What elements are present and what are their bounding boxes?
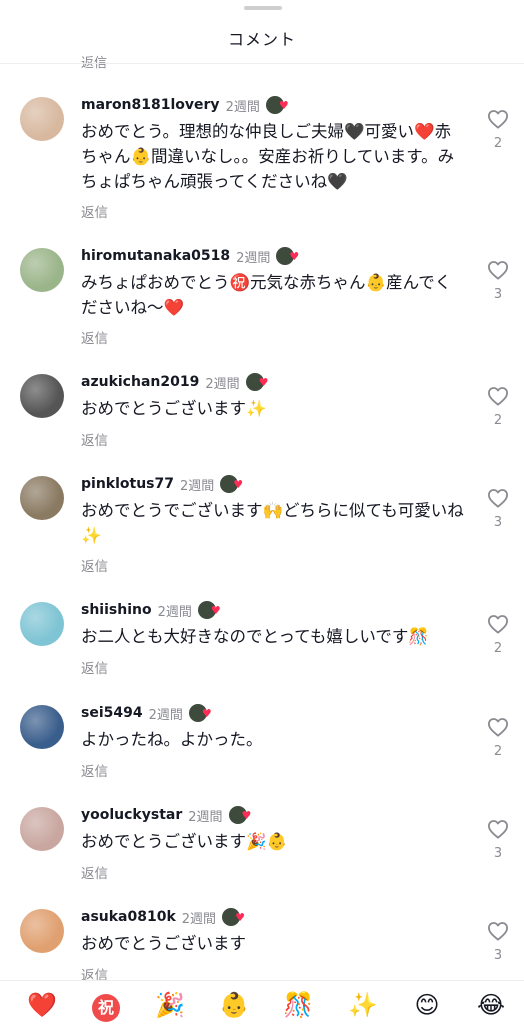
party-popper-emoji-button[interactable]: 🎉 — [150, 991, 190, 1019]
comment-text: お二人とも大好きなのでとっても嬉しいです🎊 — [81, 627, 429, 646]
comment-meta: yooluckystar 2週間 ♥ — [81, 805, 255, 825]
comment-text: おめでとうでございます🙌どちらに似ても可愛いね✨ — [81, 501, 464, 545]
like-button[interactable]: 2 — [486, 386, 510, 428]
comment-meta: azukichan2019 2週間 ♥ — [81, 372, 272, 392]
like-count: 2 — [493, 744, 503, 759]
creator-liked-icon: ♥ — [188, 704, 215, 722]
like-count: 3 — [493, 287, 503, 302]
avatar[interactable] — [20, 705, 64, 749]
reply-button[interactable]: 返信 — [81, 657, 108, 677]
reply-button[interactable]: 返信 — [81, 429, 108, 449]
timestamp: 2週間 — [181, 911, 217, 927]
comment-meta: asuka0810k 2週間 ♥ — [81, 907, 248, 927]
reply-button[interactable]: 返信 — [81, 201, 108, 221]
like-button[interactable]: 2 — [486, 614, 510, 656]
creator-liked-icon: ♥ — [265, 96, 292, 114]
heart-outline-icon — [487, 922, 508, 941]
comment-meta: shiishino 2週間 ♥ — [81, 600, 224, 620]
avatar[interactable] — [20, 602, 64, 646]
like-button[interactable]: 3 — [486, 488, 510, 530]
comment-meta: hiromutanaka0518 2週間 ♥ — [81, 246, 302, 266]
username[interactable]: hiromutanaka0518 — [81, 248, 230, 264]
heart-outline-icon — [487, 387, 508, 406]
avatar[interactable] — [20, 374, 64, 418]
heart-outline-icon — [487, 718, 508, 737]
avatar[interactable] — [20, 248, 64, 292]
comment-sheet: コメント 返信 maron8181lovery 2週間 ♥ おめでとう。理想的な… — [0, 0, 524, 1025]
reply-button[interactable]: 返信 — [81, 327, 108, 347]
creator-liked-icon: ♥ — [245, 373, 272, 391]
username[interactable]: pinklotus77 — [81, 476, 174, 492]
like-count: 2 — [493, 136, 503, 151]
timestamp: 2週間 — [236, 250, 271, 266]
username[interactable]: maron8181lovery — [81, 97, 220, 113]
comment-text: おめでとうございます — [81, 934, 246, 953]
timestamp: 2週間 — [148, 707, 183, 723]
emoji-quick-bar: ❤️ 祝 🎉 👶 🎊 ✨ 😊 😂 — [0, 980, 524, 1025]
comment-meta: sei5494 2週間 ♥ — [81, 703, 215, 723]
sheet-title: コメント — [227, 30, 296, 49]
avatar[interactable] — [20, 909, 64, 953]
comment-text: よかったね。よかった。 — [81, 730, 263, 749]
like-button[interactable]: 3 — [486, 819, 510, 861]
comment-meta: pinklotus77 2週間 ♥ — [81, 474, 246, 494]
timestamp: 2週間 — [205, 376, 240, 392]
like-count: 3 — [493, 846, 503, 861]
timestamp: 2週間 — [225, 99, 260, 115]
username[interactable]: sei5494 — [81, 705, 143, 721]
comment-text: おめでとうございます✨ — [81, 399, 267, 418]
heart-outline-icon — [487, 820, 508, 839]
avatar[interactable] — [20, 476, 64, 520]
tears-of-joy-emoji-button[interactable]: 😂 — [471, 991, 511, 1019]
timestamp: 2週間 — [188, 809, 223, 825]
creator-liked-icon: ♥ — [197, 601, 224, 619]
heart-outline-icon — [487, 110, 508, 129]
heart-outline-icon — [487, 489, 508, 508]
creator-liked-icon: ♥ — [222, 908, 248, 926]
smiling-face-emoji-button[interactable]: 😊 — [407, 991, 447, 1019]
baby-emoji-button[interactable]: 👶 — [214, 991, 254, 1019]
confetti-ball-emoji-button[interactable]: 🎊 — [278, 991, 318, 1019]
like-count: 3 — [493, 948, 503, 963]
red-heart-emoji-button[interactable]: ❤️ — [22, 991, 62, 1019]
like-button[interactable]: 3 — [486, 260, 510, 302]
timestamp: 2週間 — [157, 604, 192, 620]
username[interactable]: yooluckystar — [81, 807, 182, 823]
reply-button[interactable]: 返信 — [81, 555, 108, 575]
heart-outline-icon — [487, 615, 508, 634]
comment-meta: maron8181lovery 2週間 ♥ — [81, 95, 292, 115]
username[interactable]: asuka0810k — [81, 909, 176, 925]
reply-button[interactable]: 返信 — [81, 52, 107, 71]
creator-liked-icon: ♥ — [276, 247, 302, 265]
comment-text: おめでとうございます🎉👶 — [81, 832, 288, 851]
username[interactable]: azukichan2019 — [81, 374, 199, 390]
like-button[interactable]: 2 — [486, 717, 510, 759]
like-button[interactable]: 2 — [486, 109, 510, 151]
like-button[interactable]: 3 — [486, 921, 510, 963]
like-count: 2 — [493, 641, 503, 656]
comment-text: おめでとう。理想的な仲良しご夫婦🖤可愛い❤️赤ちゃん👶間違いなし。。安産お祈りし… — [81, 122, 455, 191]
username[interactable]: shiishino — [81, 602, 152, 618]
timestamp: 2週間 — [180, 478, 215, 494]
comment-text: みちょぱおめでとう㊗️元気な赤ちゃん👶産んでくださいね〜❤️ — [81, 273, 452, 317]
sparkles-emoji-button[interactable]: ✨ — [343, 991, 383, 1019]
avatar[interactable] — [20, 807, 64, 851]
reply-button[interactable]: 返信 — [81, 862, 108, 882]
like-count: 3 — [493, 515, 503, 530]
reply-button[interactable]: 返信 — [81, 760, 108, 780]
drag-handle[interactable] — [244, 6, 282, 10]
divider — [0, 63, 524, 64]
creator-liked-icon: ♥ — [220, 475, 246, 493]
avatar[interactable] — [20, 97, 64, 141]
heart-outline-icon — [487, 261, 508, 280]
creator-liked-icon: ♥ — [228, 806, 255, 824]
congratulations-emoji-button[interactable]: 祝 — [86, 991, 126, 1022]
like-count: 2 — [493, 413, 503, 428]
